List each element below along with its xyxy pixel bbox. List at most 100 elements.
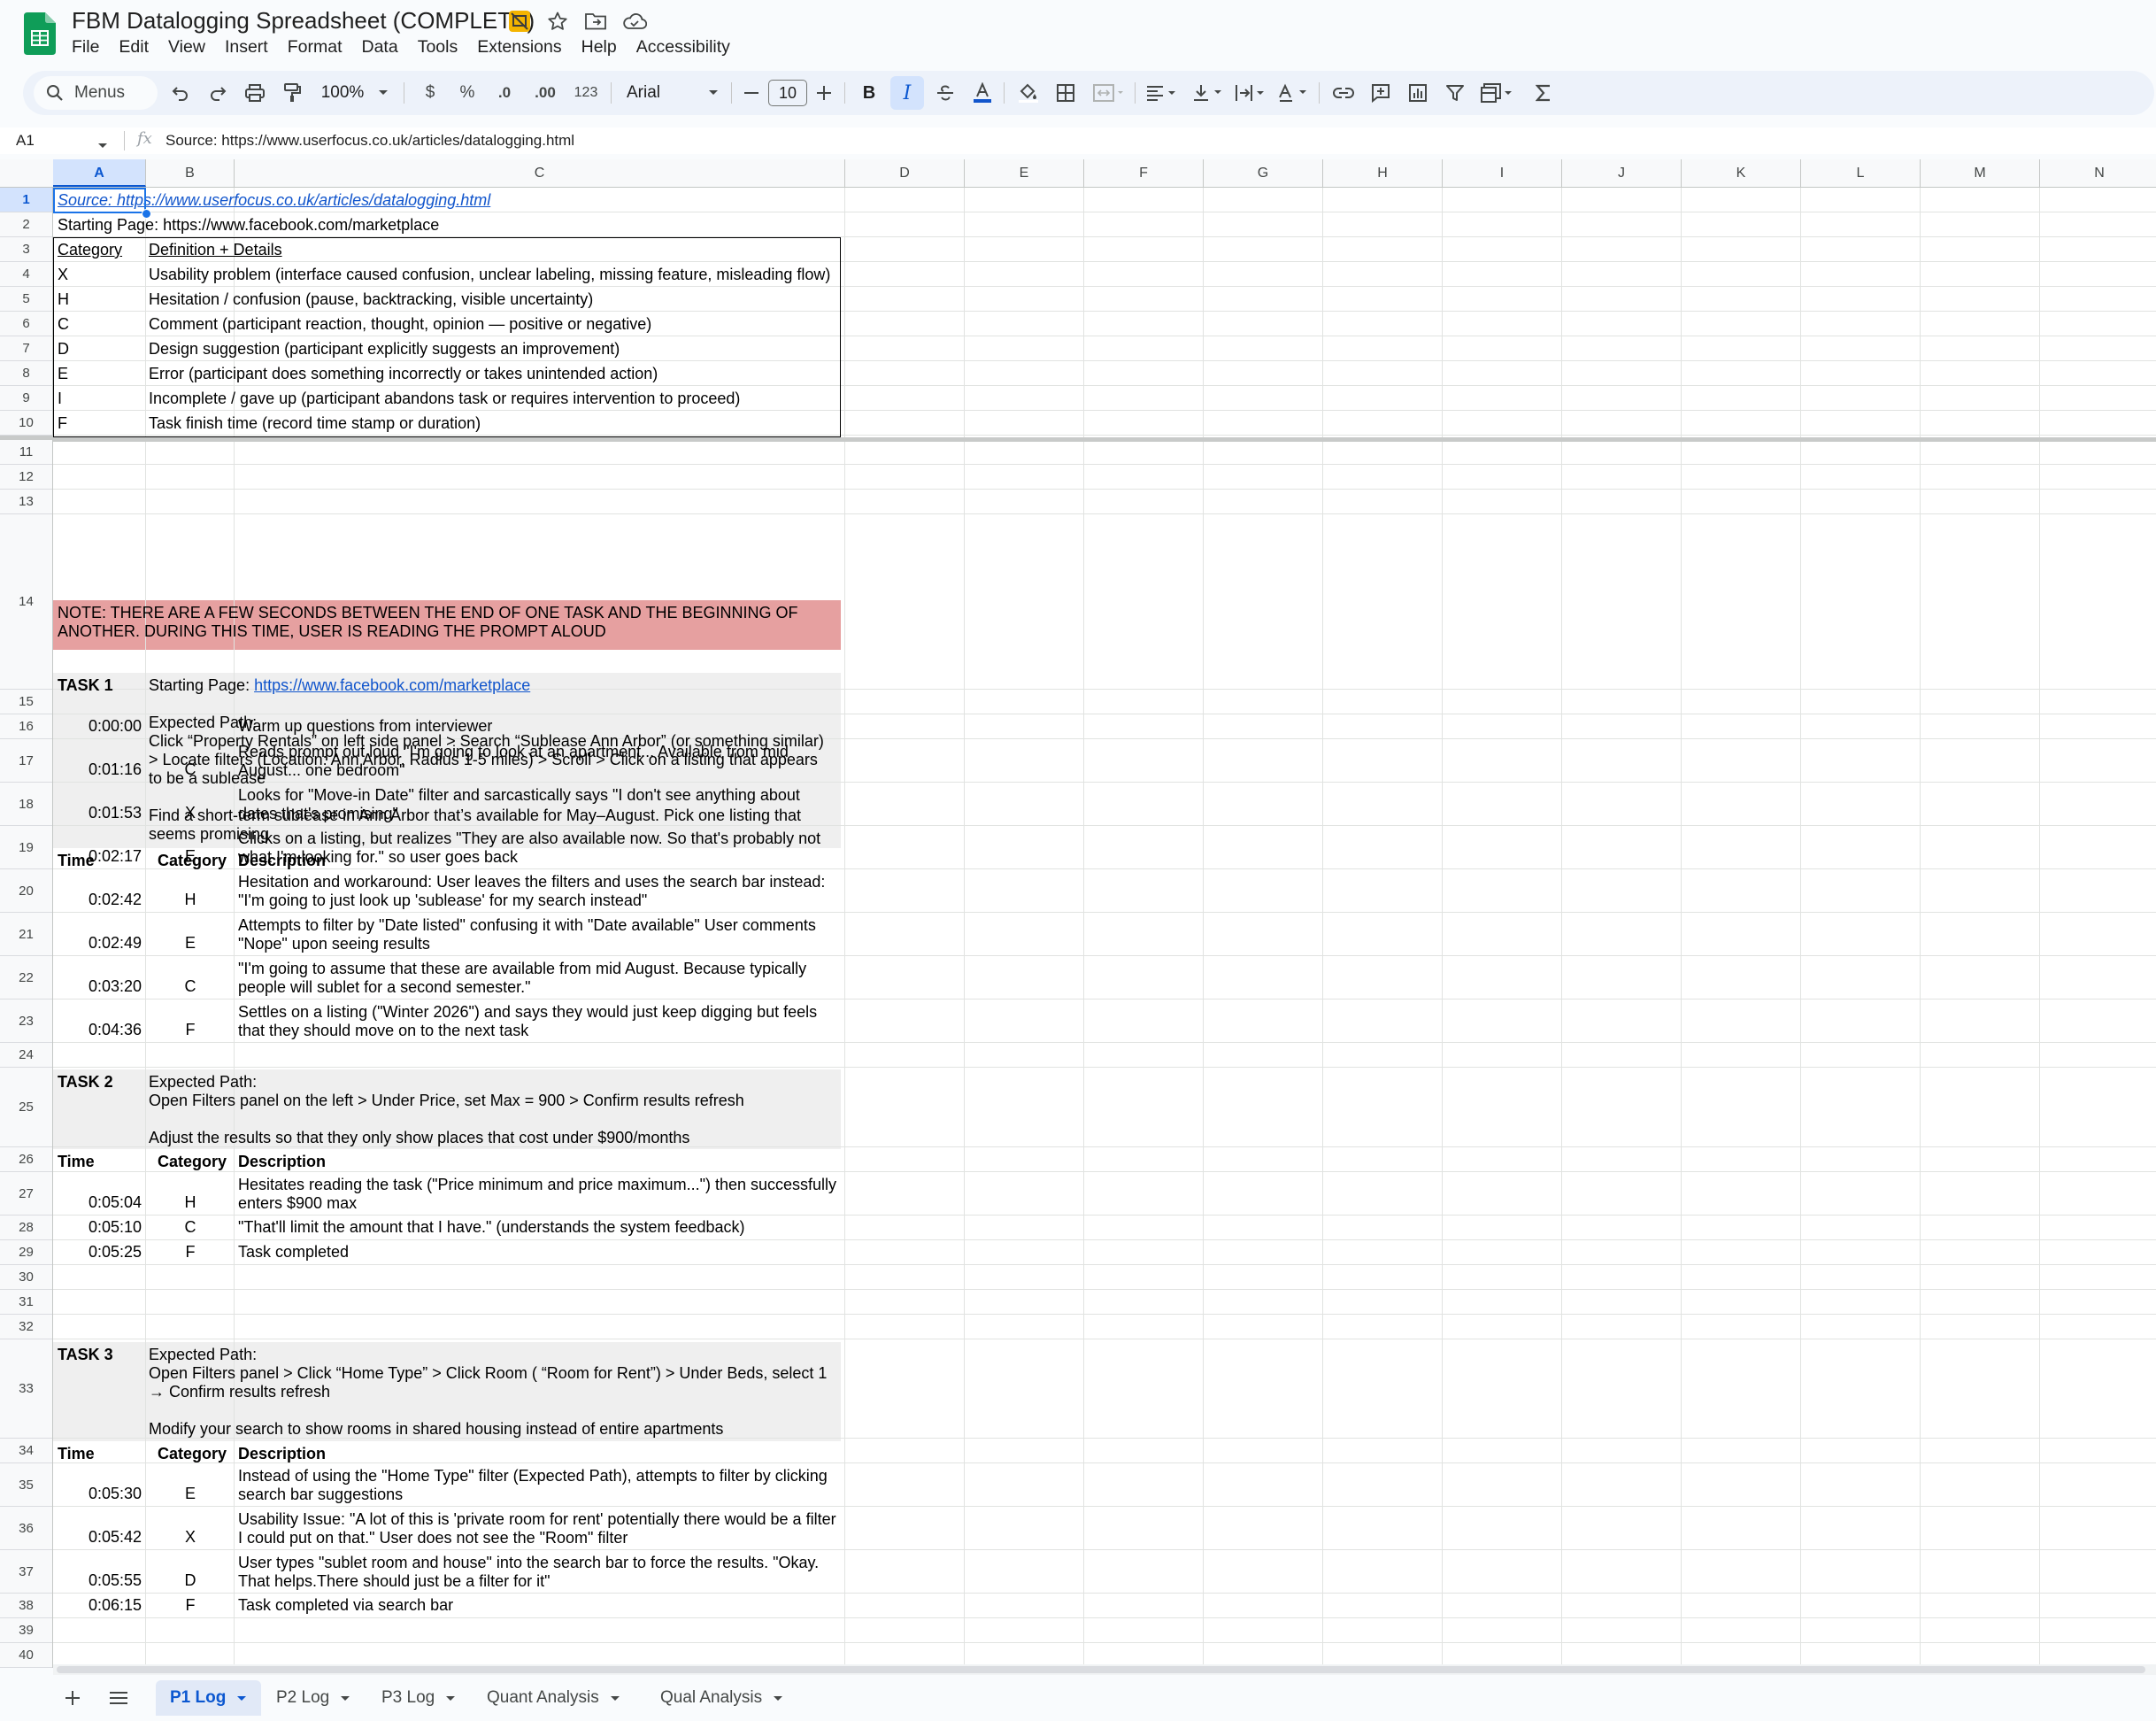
row-header-15[interactable]: 15: [0, 690, 52, 714]
row-header-9[interactable]: 9: [0, 386, 52, 411]
column-header-l[interactable]: L: [1801, 159, 1921, 187]
row-header-32[interactable]: 32: [0, 1315, 52, 1339]
column-header-j[interactable]: J: [1562, 159, 1682, 187]
row-header-6[interactable]: 6: [0, 312, 52, 336]
menus-search-button[interactable]: Menus: [34, 76, 158, 110]
insert-chart-icon[interactable]: [1402, 71, 1434, 115]
zoom-select[interactable]: 100%: [315, 71, 395, 115]
chevron-down-icon[interactable]: [445, 1688, 456, 1708]
row-header-18[interactable]: 18: [0, 783, 52, 826]
row-header-29[interactable]: 29: [0, 1240, 52, 1265]
menu-tools[interactable]: Tools: [408, 34, 468, 60]
row-header-11[interactable]: 11: [0, 440, 52, 465]
insert-link-icon[interactable]: [1328, 71, 1359, 115]
column-header-e[interactable]: E: [965, 159, 1084, 187]
row-header-25[interactable]: 25: [0, 1068, 52, 1147]
horizontal-scrollbar[interactable]: [53, 1664, 2156, 1675]
column-header-b[interactable]: B: [146, 159, 235, 187]
row-header-19[interactable]: 19: [0, 826, 52, 869]
functions-icon[interactable]: [1528, 71, 1559, 115]
redo-icon[interactable]: [202, 71, 234, 115]
row-header-35[interactable]: 35: [0, 1463, 52, 1507]
chevron-down-icon[interactable]: [97, 138, 108, 154]
document-title[interactable]: FBM Datalogging Spreadsheet (COMPLETE): [72, 5, 535, 35]
row-header-4[interactable]: 4: [0, 262, 52, 287]
row-header-10[interactable]: 10: [0, 411, 52, 436]
chevron-down-icon[interactable]: [773, 1688, 783, 1708]
paint-format-icon[interactable]: [276, 71, 308, 115]
cloud-status-icon[interactable]: [621, 8, 648, 35]
menu-insert[interactable]: Insert: [215, 34, 278, 60]
star-icon[interactable]: [544, 8, 571, 35]
row-header-13[interactable]: 13: [0, 490, 52, 514]
filter-icon[interactable]: [1439, 71, 1471, 115]
borders-icon[interactable]: [1050, 71, 1082, 115]
all-sheets-icon[interactable]: [101, 1682, 136, 1714]
menu-view[interactable]: View: [158, 34, 215, 60]
column-header-i[interactable]: I: [1443, 159, 1562, 187]
row-header-5[interactable]: 5: [0, 287, 52, 312]
row-header-16[interactable]: 16: [0, 714, 52, 739]
move-folder-icon[interactable]: [582, 8, 609, 35]
column-header-k[interactable]: K: [1682, 159, 1801, 187]
row-header-30[interactable]: 30: [0, 1265, 52, 1290]
row-header-36[interactable]: 36: [0, 1507, 52, 1550]
row-header-33[interactable]: 33: [0, 1339, 52, 1439]
fill-color-icon[interactable]: [1013, 71, 1044, 115]
frozen-rows-divider[interactable]: [53, 437, 2156, 442]
menu-file[interactable]: File: [62, 34, 109, 60]
row-header-17[interactable]: 17: [0, 739, 52, 783]
add-sheet-icon[interactable]: [55, 1682, 90, 1714]
column-header-f[interactable]: F: [1084, 159, 1204, 187]
menu-accessibility[interactable]: Accessibility: [627, 34, 740, 60]
row-header-27[interactable]: 27: [0, 1172, 52, 1216]
menu-edit[interactable]: Edit: [109, 34, 158, 60]
font-size-input[interactable]: 10: [768, 80, 807, 106]
print-icon[interactable]: [239, 71, 271, 115]
row-header-31[interactable]: 31: [0, 1290, 52, 1315]
undo-icon[interactable]: [165, 71, 196, 115]
sheet-tab-p3-log[interactable]: P3 Log: [367, 1680, 470, 1716]
row-header-14[interactable]: 14: [0, 514, 52, 690]
text-color-icon[interactable]: [966, 71, 998, 115]
row-header-39[interactable]: 39: [0, 1618, 52, 1643]
column-header-c[interactable]: C: [235, 159, 845, 187]
filter-views-icon[interactable]: [1476, 71, 1519, 115]
column-header-h[interactable]: H: [1323, 159, 1443, 187]
row-header-3[interactable]: 3: [0, 237, 52, 262]
menu-format[interactable]: Format: [278, 34, 352, 60]
text-wrapping-icon[interactable]: [1230, 71, 1271, 115]
vertical-align-icon[interactable]: [1188, 71, 1228, 115]
row-header-34[interactable]: 34: [0, 1439, 52, 1463]
row-header-21[interactable]: 21: [0, 913, 52, 956]
row-header-8[interactable]: 8: [0, 361, 52, 386]
row-header-12[interactable]: 12: [0, 465, 52, 490]
sheet-tab-quant-analysis[interactable]: Quant Analysis: [473, 1680, 635, 1716]
slides-badge-icon[interactable]: [506, 8, 533, 35]
merge-cells-icon[interactable]: [1089, 71, 1129, 115]
decrease-font-size-icon[interactable]: [736, 71, 766, 115]
increase-font-size-icon[interactable]: [809, 71, 839, 115]
menu-extensions[interactable]: Extensions: [467, 34, 571, 60]
column-header-d[interactable]: D: [845, 159, 965, 187]
text-rotation-icon[interactable]: [1273, 71, 1313, 115]
menu-data[interactable]: Data: [352, 34, 408, 60]
row-header-40[interactable]: 40: [0, 1643, 52, 1668]
font-family-select[interactable]: Arial: [618, 71, 726, 115]
bold-button[interactable]: B: [853, 71, 885, 115]
sheet-tab-p2-log[interactable]: P2 Log: [262, 1680, 365, 1716]
fill-handle[interactable]: [142, 209, 151, 219]
row-header-7[interactable]: 7: [0, 336, 52, 361]
column-header-a[interactable]: A: [53, 159, 146, 187]
row-header-26[interactable]: 26: [0, 1147, 52, 1172]
decrease-decimal-button[interactable]: .0: [489, 71, 520, 115]
cell-area[interactable]: Source: https://www.userfocus.co.uk/arti…: [53, 188, 2156, 1668]
column-header-g[interactable]: G: [1204, 159, 1323, 187]
sheet-tab-qual-analysis[interactable]: Qual Analysis: [646, 1680, 797, 1716]
italic-button[interactable]: I: [890, 76, 924, 110]
formula-input[interactable]: Source: https://www.userfocus.co.uk/arti…: [166, 127, 574, 154]
insert-comment-icon[interactable]: [1365, 71, 1397, 115]
row-header-38[interactable]: 38: [0, 1594, 52, 1618]
selected-cell-a1[interactable]: [53, 188, 146, 213]
increase-decimal-button[interactable]: .00: [526, 71, 565, 115]
